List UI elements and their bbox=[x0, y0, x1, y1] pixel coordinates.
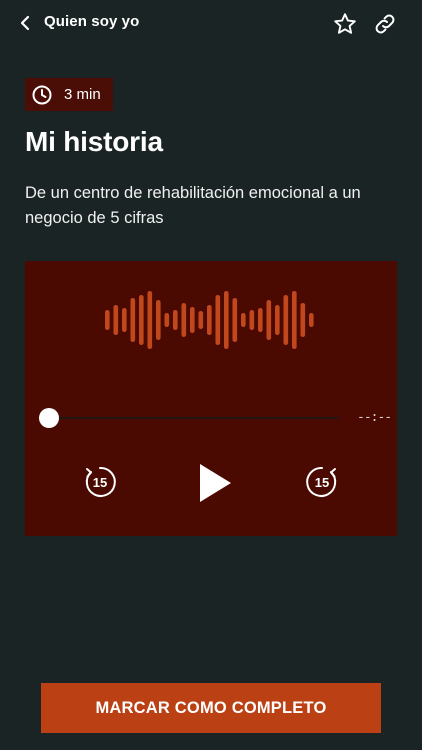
waveform-bar bbox=[283, 295, 289, 345]
waveform-bar bbox=[164, 313, 170, 327]
waveform-bar bbox=[181, 303, 187, 337]
waveform-bar bbox=[266, 300, 272, 340]
forward-15-button[interactable]: 15 bbox=[304, 464, 340, 500]
waveform-icon bbox=[105, 291, 314, 349]
play-icon bbox=[200, 464, 231, 502]
audio-player: --:-- 15 15 bbox=[25, 261, 397, 536]
page-title: Mi historia bbox=[25, 126, 163, 157]
back-button[interactable] bbox=[14, 12, 36, 34]
waveform-bar bbox=[156, 300, 161, 340]
waveform-bar bbox=[300, 303, 306, 337]
waveform-bar bbox=[292, 291, 297, 349]
waveform-bar bbox=[147, 291, 153, 349]
waveform-bar bbox=[309, 313, 314, 327]
waveform-bar bbox=[130, 298, 136, 342]
waveform-bar bbox=[198, 311, 204, 329]
rewind-seconds-label: 15 bbox=[92, 475, 108, 490]
share-link-button[interactable] bbox=[371, 10, 399, 38]
waveform-bar bbox=[173, 310, 178, 330]
progress-thumb[interactable] bbox=[39, 408, 59, 428]
waveform-bar bbox=[275, 305, 280, 335]
play-button[interactable] bbox=[195, 461, 235, 505]
duration-text: 3 min bbox=[64, 86, 101, 103]
waveform-bar bbox=[224, 291, 229, 349]
forward-seconds-label: 15 bbox=[314, 475, 330, 490]
chevron-left-icon bbox=[20, 15, 30, 31]
rewind-15-button[interactable]: 15 bbox=[82, 464, 118, 500]
progress-track[interactable] bbox=[47, 417, 339, 419]
waveform-bar bbox=[139, 295, 144, 345]
waveform-bar bbox=[105, 310, 110, 330]
waveform-bar bbox=[190, 307, 195, 333]
waveform-bar bbox=[113, 305, 119, 335]
waveform-bar bbox=[258, 308, 263, 332]
time-remaining: --:-- bbox=[357, 410, 392, 425]
waveform-bar bbox=[249, 310, 255, 330]
page-subtitle: De un centro de rehabilitación emocional… bbox=[25, 184, 361, 227]
link-icon bbox=[375, 14, 395, 34]
duration-badge: 3 min bbox=[25, 78, 113, 111]
mark-complete-button[interactable]: MARCAR COMO COMPLETO bbox=[41, 683, 381, 733]
waveform-bar bbox=[122, 308, 127, 332]
clock-icon bbox=[30, 83, 54, 107]
waveform-bar bbox=[232, 298, 238, 342]
waveform-bar bbox=[207, 305, 212, 335]
header-title: Quien soy yo bbox=[44, 13, 140, 30]
star-icon bbox=[334, 13, 356, 34]
favorite-button[interactable] bbox=[331, 10, 359, 38]
waveform-bar bbox=[241, 313, 246, 327]
waveform-bar bbox=[215, 295, 221, 345]
